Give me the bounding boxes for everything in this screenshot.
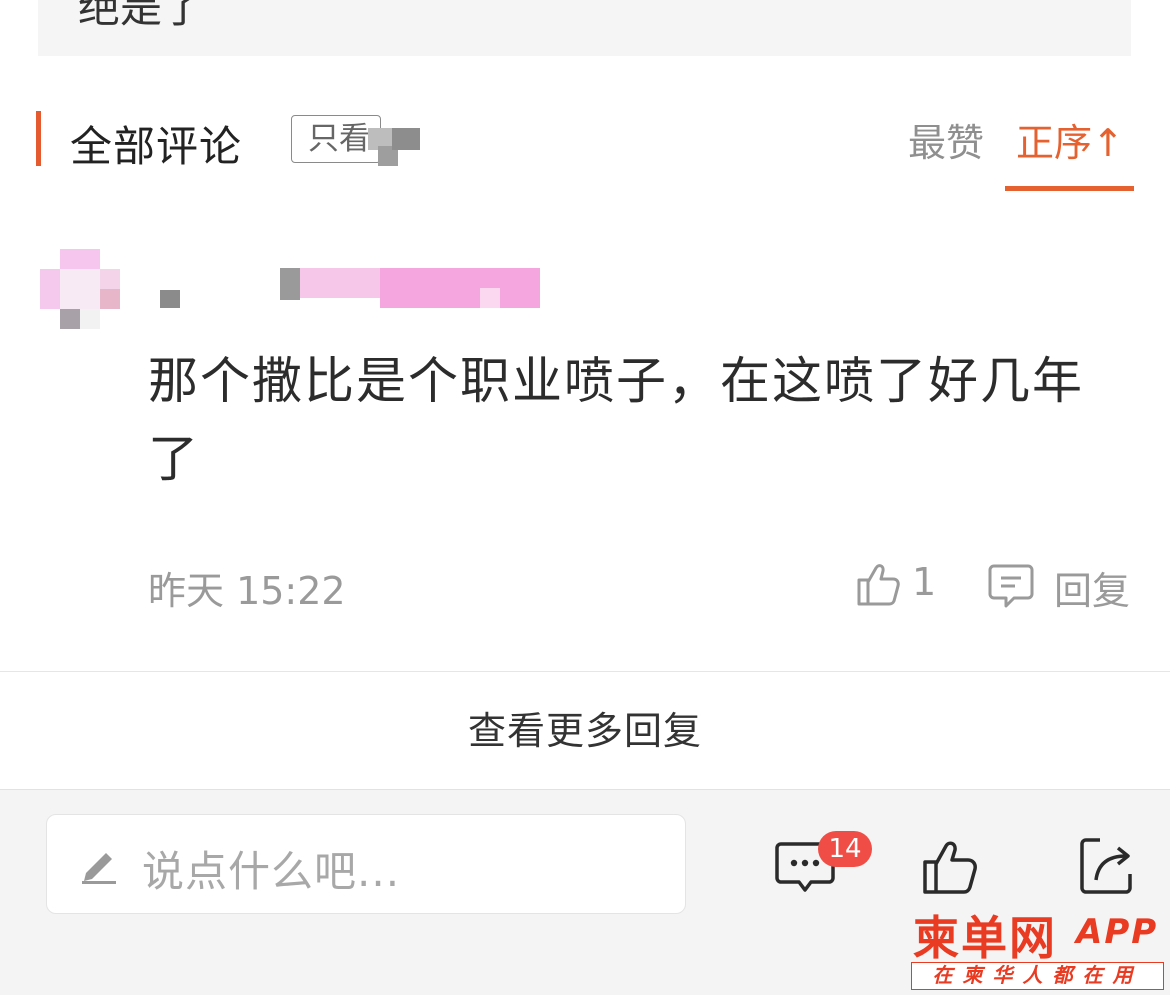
like-count: 1 [912,560,937,604]
previous-post-text: 绝是了 [78,0,205,32]
watermark-logo: 柬单网 [913,911,1057,965]
reply-icon[interactable] [988,562,1034,610]
active-tab-underline [1005,186,1134,191]
sort-ascending-tab[interactable]: 正序↑ [1016,112,1124,167]
comment-timestamp: 昨天 15:22 [148,569,346,613]
thumb-up-icon[interactable] [921,836,981,896]
comments-section-title: 全部评论 [70,122,243,171]
sort-by-likes-tab[interactable]: 最赞 [908,112,984,167]
watermark-slogan: 在柬华人都在用 [911,962,1164,990]
comment-count-badge: 14 [818,831,872,867]
section-accent-bar [36,111,41,166]
reply-button[interactable]: 回复 [1054,560,1130,615]
comment-text: 那个撒比是个职业喷子，在这喷了好几年了 [148,352,1084,488]
watermark-app-label: APP [1076,912,1159,952]
like-button[interactable] [855,560,901,610]
like-icon [857,564,900,606]
only-author-label: 只看 [308,121,370,157]
comment-input-placeholder: 说点什么吧... [142,847,401,896]
pencil-icon [82,853,116,884]
previous-post-block: 绝是了 [38,0,1131,56]
share-icon[interactable] [1078,836,1134,896]
divider [0,671,1170,672]
view-more-replies-link[interactable]: 查看更多回复 [0,700,1170,755]
